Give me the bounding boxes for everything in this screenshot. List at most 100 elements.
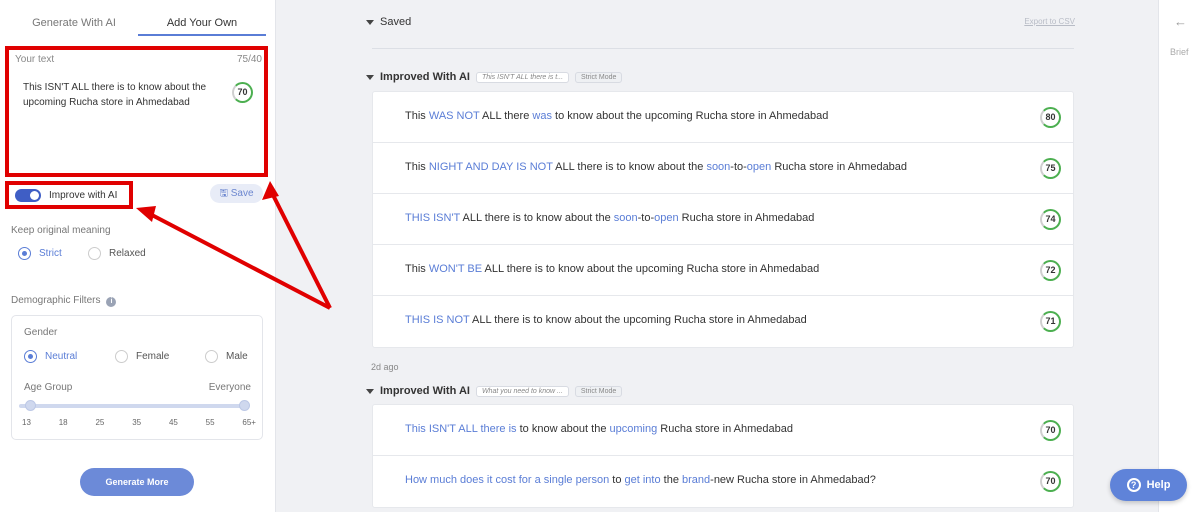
gender-label: Gender	[24, 327, 58, 338]
radio-relaxed[interactable]: Relaxed	[88, 247, 146, 260]
group1-source-chip: This ISN'T ALL there is t...	[475, 71, 570, 83]
score-badge: 75	[1040, 158, 1061, 179]
age-slider-min-handle[interactable]	[25, 400, 36, 411]
text-part: This	[405, 110, 429, 122]
age-tick: 45	[168, 418, 178, 427]
text-part: -new Rucha store in Ahmedabad?	[710, 474, 876, 486]
changed-phrase: was	[532, 110, 552, 122]
changed-phrase: soon	[613, 212, 638, 224]
text-part: to	[609, 474, 625, 486]
info-icon[interactable]: i	[106, 297, 117, 307]
result-row[interactable]: THIS ISN'T ALL there is to know about th…	[373, 194, 1073, 245]
char-count: 75/40	[236, 54, 262, 65]
age-tick: 25	[95, 418, 105, 427]
tab-generate-with-ai[interactable]: Generate With AI	[10, 10, 138, 36]
improve-with-ai-toggle-box: Improve with AI	[5, 181, 133, 209]
result-row[interactable]: This NIGHT AND DAY IS NOT ALL there is t…	[373, 143, 1073, 194]
changed-phrase: soon	[706, 161, 731, 173]
radio-strict[interactable]: Strict	[18, 247, 62, 260]
group2-header[interactable]: Improved With AI What you need to know .…	[366, 385, 623, 397]
your-text-label: Your text	[15, 54, 55, 65]
arrow-left-icon[interactable]: ←	[1174, 14, 1187, 29]
result-text: This WAS NOT ALL there was to know about…	[405, 110, 828, 122]
age-group-label: Age Group	[24, 382, 73, 393]
group1-title: Improved With AI	[380, 71, 470, 83]
text-part: This	[405, 161, 429, 173]
text-part: ALL there is to know about the	[552, 161, 707, 173]
text-part: ALL there is to know about the upcoming …	[469, 314, 807, 326]
text-part: -to-	[637, 212, 655, 224]
changed-phrase: WON'T BE	[428, 263, 483, 275]
radio-male[interactable]: Male	[205, 350, 248, 363]
radio-male-label: Male	[226, 351, 248, 362]
changed-phrase: get into	[624, 474, 661, 486]
save-label: Save	[230, 188, 254, 199]
save-button[interactable]: 🖫 Save	[210, 184, 263, 203]
result-text: How much does it cost for a single perso…	[405, 474, 876, 486]
results-area: Saved Export to CSV Improved With AI Thi…	[277, 0, 1158, 512]
age-slider-track[interactable]	[19, 404, 245, 408]
radio-dot	[88, 247, 101, 260]
radio-strict-label: Strict	[39, 248, 62, 259]
changed-phrase: This ISN'T ALL there is	[405, 423, 517, 435]
export-csv-link[interactable]: Export to CSV	[1024, 17, 1075, 26]
improve-with-ai-label: Improve with AI	[49, 190, 118, 201]
text-part: the	[660, 474, 683, 486]
age-tick: 55	[205, 418, 215, 427]
age-tick: 13	[22, 418, 31, 427]
text-part: ALL there is to know about the	[460, 212, 614, 224]
changed-phrase: open	[746, 161, 772, 173]
text-part: This	[405, 263, 429, 275]
radio-dot	[18, 247, 31, 260]
age-group-value: Everyone	[208, 382, 251, 393]
question-icon: ?	[1126, 478, 1141, 492]
text-part: Rucha store in Ahmedabad	[657, 423, 793, 435]
text-part: to know about the upcoming Rucha store i…	[551, 110, 829, 122]
changed-phrase: THIS ISN'T	[405, 212, 461, 224]
result-row[interactable]: THIS IS NOT ALL there is to know about t…	[373, 296, 1073, 347]
caret-down-icon	[366, 388, 374, 394]
left-panel: Generate With AI Add Your Own Your text …	[0, 0, 276, 512]
result-row[interactable]: This ISN'T ALL there is to know about th…	[373, 405, 1073, 456]
radio-female[interactable]: Female	[115, 350, 169, 363]
generate-more-button[interactable]: Generate More	[80, 468, 194, 496]
text-part: Rucha store in Ahmedabad	[678, 212, 815, 224]
text-part: ALL there	[479, 110, 533, 122]
divider	[372, 48, 1074, 49]
saved-header[interactable]: Saved	[366, 16, 411, 28]
changed-phrase: THIS IS NOT	[405, 314, 470, 326]
radio-female-label: Female	[136, 351, 170, 362]
brief-label[interactable]: Brief	[1170, 47, 1189, 57]
age-tick: 18	[58, 418, 68, 427]
your-text-box[interactable]: Your text 75/40 This ISN'T ALL there is …	[5, 46, 268, 177]
result-row[interactable]: This WAS NOT ALL there was to know about…	[373, 92, 1073, 143]
score-badge: 74	[1040, 209, 1061, 230]
radio-dot	[24, 350, 37, 363]
age-slider-max-handle[interactable]	[239, 400, 250, 411]
changed-phrase: brand	[682, 474, 711, 486]
radio-relaxed-label: Relaxed	[109, 248, 146, 259]
result-text: This ISN'T ALL there is to know about th…	[405, 423, 793, 435]
text-score-badge: 70	[232, 82, 253, 103]
help-button[interactable]: ? Help	[1110, 469, 1187, 501]
group1-mode-chip: Strict Mode	[575, 71, 623, 83]
result-row[interactable]: This WON'T BE ALL there is to know about…	[373, 245, 1073, 296]
changed-phrase: open	[654, 212, 679, 224]
result-row[interactable]: How much does it cost for a single perso…	[373, 456, 1073, 507]
changed-phrase: How much does it cost for a single perso…	[405, 474, 610, 486]
tab-add-your-own[interactable]: Add Your Own	[138, 10, 266, 36]
score-badge: 80	[1040, 107, 1061, 128]
right-rail: ← Brief	[1158, 0, 1200, 512]
changed-phrase: upcoming	[609, 423, 658, 435]
score-badge: 72	[1040, 260, 1061, 281]
radio-neutral[interactable]: Neutral	[24, 350, 77, 363]
group1-header[interactable]: Improved With AI This ISN'T ALL there is…	[366, 71, 623, 83]
caret-down-icon	[366, 19, 374, 25]
your-text-value[interactable]: This ISN'T ALL there is to know about th…	[23, 80, 223, 110]
caret-down-icon	[366, 74, 374, 80]
text-part: -to-	[730, 161, 747, 173]
demographic-filters-label: Demographic Filters i	[11, 295, 117, 307]
group2-source-chip: What you need to know ...	[475, 385, 569, 397]
improve-with-ai-toggle[interactable]	[15, 189, 41, 202]
tab-bar: Generate With AI Add Your Own	[10, 10, 266, 36]
